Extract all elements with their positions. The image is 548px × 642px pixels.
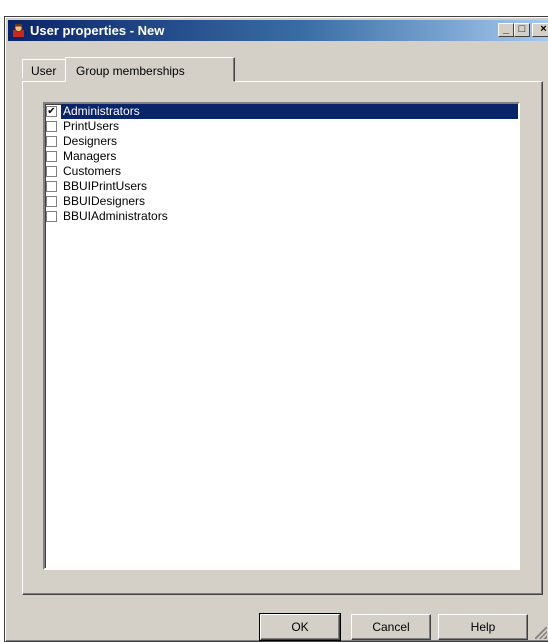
checkbox[interactable] [46,136,57,147]
help-button[interactable]: Help [438,614,528,640]
list-item[interactable]: BBUIAdministrators [45,209,518,224]
checkbox[interactable] [46,166,57,177]
list-item[interactable]: Managers [45,149,518,164]
minimize-icon: _ [502,23,510,35]
minimize-button[interactable]: _ [498,23,514,37]
group-label: BBUIPrintUsers [63,179,148,193]
checkbox[interactable]: ✔ [46,106,57,117]
list-item[interactable]: BBUIDesigners [45,194,518,209]
checkbox[interactable] [46,121,57,132]
list-item[interactable]: PrintUsers [45,119,518,134]
maximize-button[interactable]: □ [514,23,530,37]
list-item[interactable]: ✔ Administrators [45,104,518,119]
checkbox[interactable] [46,211,57,222]
list-item[interactable]: Designers [45,134,518,149]
list-item[interactable]: BBUIPrintUsers [45,179,518,194]
ok-button[interactable]: OK [259,613,341,641]
group-label: BBUIDesigners [63,194,146,208]
maximize-icon: □ [518,23,526,35]
checkbox[interactable] [46,196,57,207]
user-properties-icon [11,23,26,38]
group-label: Managers [63,149,117,163]
checkbox[interactable] [46,181,57,192]
user-properties-dialog: User properties - New _ □ × User Group m… [4,16,548,642]
group-checklist[interactable]: ✔ Administrators PrintUsers Designers Manage… [43,102,520,570]
group-label: PrintUsers [63,119,120,133]
group-label: Customers [63,164,122,178]
group-label: BBUIAdministrators [63,209,168,223]
close-icon: × [540,23,547,35]
checkbox[interactable] [46,151,57,162]
group-label: Designers [63,134,118,148]
close-button[interactable]: × [532,23,548,37]
list-item[interactable]: Customers [45,164,518,179]
resize-grip-icon[interactable] [535,627,547,639]
window-title: User properties - New [30,23,165,38]
tab-user[interactable]: User [22,59,66,79]
tab-group-memberships[interactable]: Group memberships [65,57,235,82]
group-memberships-panel: ✔ Administrators PrintUsers Designers Manage… [22,81,543,595]
group-label: Administrators [61,104,518,119]
title-bar[interactable]: User properties - New _ □ × [8,20,548,41]
cancel-button[interactable]: Cancel [351,614,431,640]
